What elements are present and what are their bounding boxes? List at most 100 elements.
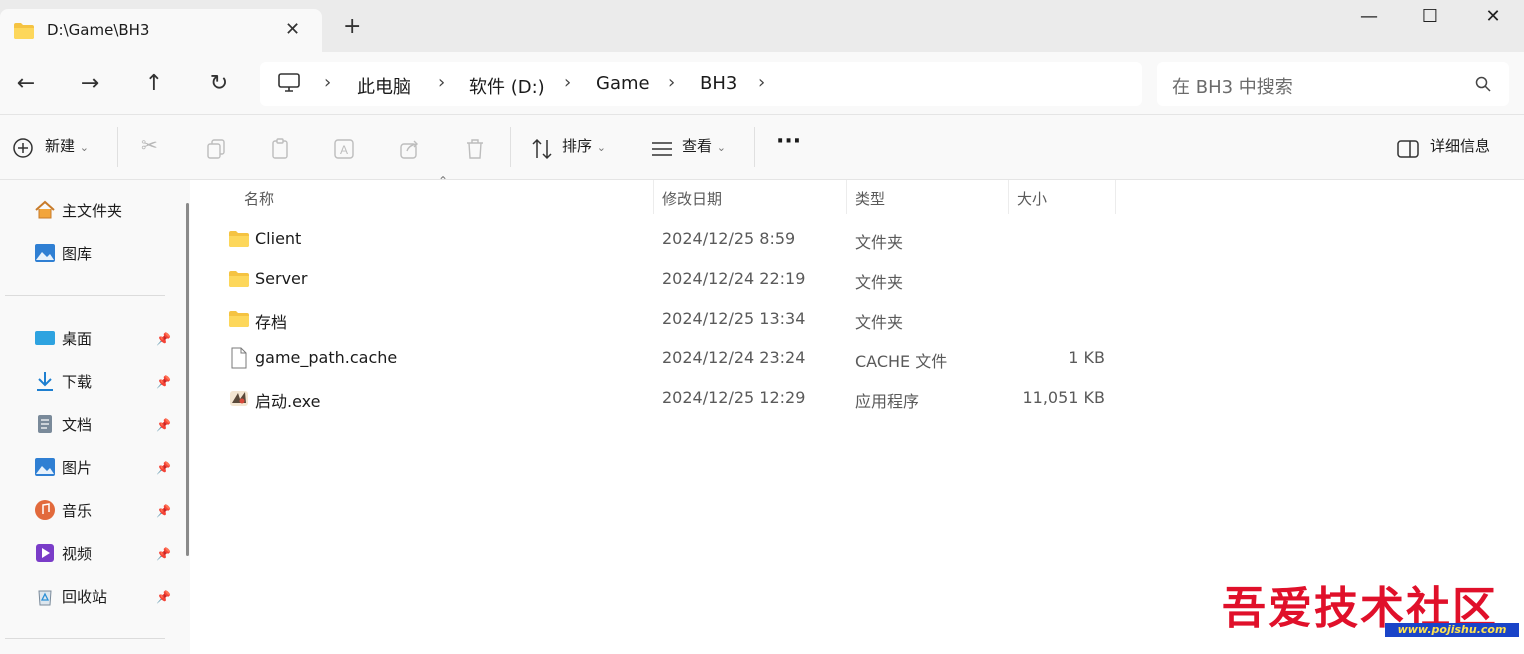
column-header-size[interactable]: 大小	[1017, 188, 1047, 209]
divider	[117, 127, 118, 167]
chevron-right-icon[interactable]: ›	[438, 72, 445, 93]
table-row[interactable]: Server 2024/12/24 22:19 文件夹	[228, 262, 1118, 296]
pin-icon[interactable]: 📌	[156, 332, 171, 346]
computer-icon	[278, 73, 300, 92]
music-icon	[35, 500, 55, 520]
column-header-date[interactable]: 修改日期	[662, 188, 722, 209]
file-date: 2024/12/25 8:59	[662, 229, 796, 248]
download-icon	[37, 372, 53, 391]
copy-icon[interactable]	[205, 137, 229, 161]
share-icon[interactable]	[398, 137, 422, 161]
chevron-right-icon[interactable]: ›	[758, 72, 765, 93]
divider	[510, 127, 511, 167]
column-divider[interactable]	[1008, 180, 1009, 214]
file-name: Server	[255, 269, 308, 288]
new-button[interactable]: 新建 ⌄	[45, 135, 89, 156]
table-row[interactable]: game_path.cache 2024/12/24 23:24 CACHE 文…	[228, 341, 1118, 375]
file-date: 2024/12/24 23:24	[662, 348, 806, 367]
new-tab-button[interactable]: +	[343, 16, 361, 38]
breadcrumb-bh3[interactable]: BH3	[700, 73, 737, 94]
file-type: 文件夹	[855, 273, 904, 292]
pin-icon[interactable]: 📌	[156, 590, 171, 604]
more-options-button[interactable]: ···	[776, 129, 801, 154]
file-type: 文件夹	[855, 313, 904, 332]
sidebar-item-label: 主文件夹	[62, 202, 123, 220]
new-icon	[13, 138, 33, 158]
pin-icon[interactable]: 📌	[156, 547, 171, 561]
column-divider[interactable]	[846, 180, 847, 214]
chevron-down-icon: ⌄	[596, 141, 607, 154]
view-button-label: 查看	[682, 137, 713, 155]
sort-button-label: 排序	[562, 137, 593, 155]
file-name: 启动.exe	[255, 392, 321, 411]
sort-ascending-icon: ⌃	[438, 174, 449, 188]
column-divider[interactable]	[1115, 180, 1116, 214]
table-row[interactable]: Client 2024/12/25 8:59 文件夹	[228, 222, 1118, 256]
file-type: 文件夹	[855, 233, 904, 252]
search-box[interactable]: 在 BH3 中搜索	[1157, 62, 1509, 106]
breadcrumb-this-pc[interactable]: 此电脑	[357, 73, 411, 99]
file-size: 11,051 KB	[1022, 388, 1105, 407]
refresh-button[interactable]: ↻	[205, 72, 233, 100]
delete-icon[interactable]	[463, 137, 487, 161]
pin-icon[interactable]: 📌	[156, 504, 171, 518]
sidebar-item-label: 音乐	[62, 502, 93, 520]
file-date: 2024/12/25 13:34	[662, 309, 806, 328]
pin-icon[interactable]: 📌	[156, 375, 171, 389]
view-button[interactable]: 查看 ⌄	[682, 135, 726, 156]
rename-icon[interactable]: A	[333, 137, 357, 161]
home-icon	[35, 200, 55, 219]
folder-icon	[229, 231, 249, 247]
up-button[interactable]: ↑	[140, 72, 168, 100]
chevron-right-icon[interactable]: ›	[324, 72, 331, 93]
gallery-icon	[35, 244, 55, 262]
back-button[interactable]: ←	[12, 72, 40, 100]
sort-button[interactable]: 排序 ⌄	[562, 135, 606, 156]
pictures-icon	[35, 458, 55, 476]
tab-close-button[interactable]: ✕	[285, 19, 300, 40]
chevron-down-icon: ⌄	[79, 141, 90, 154]
navigation-bar: ← → ↑ ↻ › 此电脑 › 软件 (D:) › Game › BH3 › 在…	[0, 52, 1524, 114]
chevron-right-icon[interactable]: ›	[668, 72, 675, 93]
breadcrumb-drive-d[interactable]: 软件 (D:)	[469, 73, 545, 99]
details-pane-icon	[1397, 140, 1419, 158]
column-header-name[interactable]: 名称	[244, 188, 274, 209]
cut-icon[interactable]: ✂	[141, 133, 158, 157]
paste-icon[interactable]	[269, 137, 293, 161]
sidebar-item-label: 图片	[62, 459, 93, 477]
svg-text:A: A	[340, 143, 348, 157]
pin-icon[interactable]: 📌	[156, 418, 171, 432]
column-header-type[interactable]: 类型	[855, 188, 885, 209]
divider	[5, 638, 165, 639]
file-name: Client	[255, 229, 302, 248]
search-input[interactable]: 在 BH3 中搜索	[1172, 73, 1293, 99]
sidebar-item-label: 视频	[62, 545, 93, 563]
details-button[interactable]: 详细信息	[1430, 135, 1490, 156]
sidebar-scrollbar[interactable]	[186, 203, 189, 556]
pin-icon[interactable]: 📌	[156, 461, 171, 475]
minimize-button[interactable]: —	[1349, 6, 1389, 30]
exe-icon	[230, 391, 248, 406]
chevron-down-icon: ⌄	[716, 141, 727, 154]
desktop-icon	[35, 331, 55, 345]
divider	[754, 127, 755, 167]
chevron-right-icon[interactable]: ›	[564, 72, 571, 93]
file-type: 应用程序	[855, 392, 920, 411]
tab-title: D:\Game\BH3	[47, 21, 150, 39]
file-date: 2024/12/24 22:19	[662, 269, 806, 288]
breadcrumb-game[interactable]: Game	[596, 73, 650, 94]
address-bar[interactable]: › 此电脑 › 软件 (D:) › Game › BH3 ›	[260, 62, 1142, 106]
table-row[interactable]: 启动.exe 2024/12/25 12:29 应用程序 11,051 KB	[228, 381, 1118, 415]
document-icon	[38, 415, 52, 433]
folder-icon	[229, 311, 249, 327]
file-name: game_path.cache	[255, 348, 398, 367]
table-row[interactable]: 存档 2024/12/25 13:34 文件夹	[228, 302, 1118, 336]
maximize-button[interactable]: ☐	[1410, 6, 1450, 30]
column-divider[interactable]	[653, 180, 654, 214]
folder-icon	[14, 23, 34, 39]
tab-active[interactable]: D:\Game\BH3 ✕	[0, 9, 322, 52]
close-button[interactable]: ✕	[1473, 6, 1513, 30]
forward-button[interactable]: →	[76, 72, 104, 100]
view-icon	[652, 142, 672, 156]
recycle-bin-icon	[38, 590, 52, 606]
